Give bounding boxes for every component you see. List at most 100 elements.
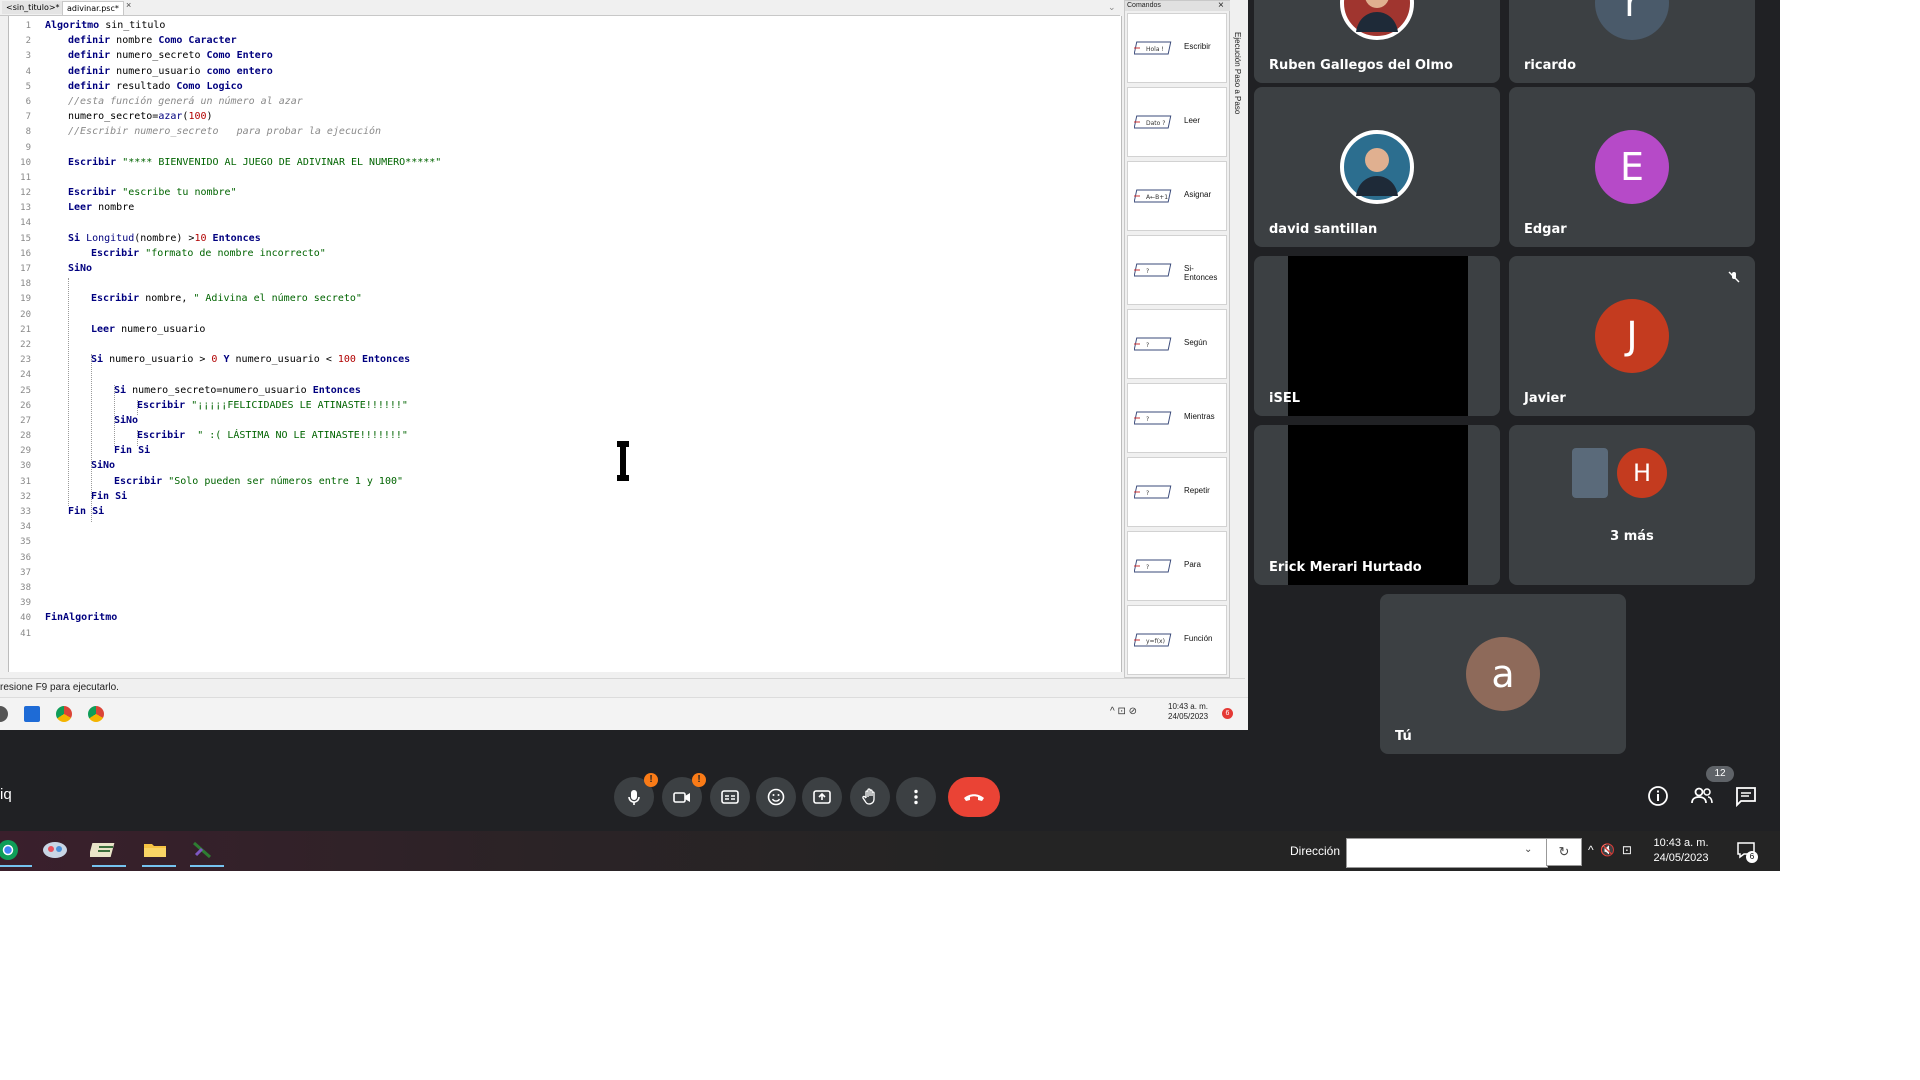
end-call-button[interactable] [948, 777, 1000, 817]
code-line[interactable]: 23 Si numero_usuario > 0 Y numero_usuario… [9, 352, 1119, 367]
code-line[interactable]: 6 //esta función generá un número al azar [9, 94, 1119, 109]
microphone-button[interactable]: ! [614, 773, 658, 817]
code-text: Escribir "¡¡¡¡¡FELICIDADES LE ATINASTE!!… [137, 398, 408, 413]
code-line[interactable]: 27 SiNo [9, 413, 1119, 428]
captions-button[interactable] [710, 777, 750, 817]
code-line[interactable]: 34 [9, 519, 1119, 534]
present-button[interactable] [802, 777, 842, 817]
participant-tile[interactable]: H 3 más [1509, 425, 1755, 585]
indent-guide [68, 278, 69, 507]
code-line[interactable]: 19 Escribir nombre, " Adivina el número s… [9, 291, 1119, 306]
taskbar-app-pseint-run[interactable] [188, 837, 224, 867]
participant-tile[interactable]: Ruben Gallegos del Olmo [1254, 0, 1500, 83]
code-line[interactable]: 31 Escribir "Solo pueden ser números entr… [9, 474, 1119, 489]
meeting-details-button[interactable] [1646, 784, 1670, 808]
code-token: numero_usuario [115, 323, 206, 335]
code-line[interactable]: 15 Si Longitud(nombre) >10 Entonces [9, 231, 1119, 246]
code-editor[interactable]: 1 Algoritmo sin_titulo 2 definir nombre Com… [8, 16, 1122, 685]
code-line[interactable]: 22 [9, 337, 1119, 352]
flowchart-symbol-icon: A←B+1 [1134, 189, 1172, 203]
raise-hand-button[interactable] [850, 777, 890, 817]
participant-tile[interactable]: david santillan [1254, 87, 1500, 247]
command-asignar[interactable]: A←B+1 Asignar [1127, 161, 1227, 231]
code-line[interactable]: 7 numero_secreto=azar(100) [9, 109, 1119, 124]
code-line[interactable]: 28 Escribir " :( LÁSTIMA NO LE ATINASTE!!… [9, 428, 1119, 443]
code-line[interactable]: 29 Fin Si [9, 443, 1119, 458]
code-line[interactable]: 40 FinAlgoritmo [9, 610, 1119, 625]
people-button[interactable] [1690, 784, 1714, 808]
command-para[interactable]: ? Para [1127, 531, 1227, 601]
scroll-up-icon[interactable]: ⌄ [1108, 2, 1116, 13]
command-mientras[interactable]: ? Mientras [1127, 383, 1227, 453]
code-line[interactable]: 33 Fin Si [9, 504, 1119, 519]
chat-button[interactable] [1734, 784, 1758, 808]
taskbar-app-pseint[interactable] [88, 837, 126, 867]
chrome-icon [56, 706, 72, 722]
run-icon [193, 841, 211, 859]
code-line[interactable]: 38 [9, 580, 1119, 595]
code-token: "formato de nombre incorrecto" [145, 247, 326, 259]
code-line[interactable]: 13 Leer nombre [9, 200, 1119, 215]
commands-title: Comandos [1125, 1, 1231, 11]
command-funci-n[interactable]: y=f(x) Función [1127, 605, 1227, 675]
code-line[interactable]: 14 [9, 215, 1119, 230]
code-line[interactable]: 5 definir resultado Como Logico [9, 79, 1119, 94]
participant-tile[interactable]: E Edgar [1509, 87, 1755, 247]
code-line[interactable]: 35 [9, 534, 1119, 549]
code-line[interactable]: 9 [9, 140, 1119, 155]
command-leer[interactable]: Dato ? Leer [1127, 87, 1227, 157]
more-options-button[interactable] [896, 777, 936, 817]
code-line[interactable]: 11 [9, 170, 1119, 185]
code-line[interactable]: 21 Leer numero_usuario [9, 322, 1119, 337]
participant-tile[interactable]: Erick Merari Hurtado [1254, 425, 1500, 585]
participant-tile[interactable]: a Tú [1380, 594, 1626, 754]
command-seg-n[interactable]: ? Según [1127, 309, 1227, 379]
tab-sin-titulo[interactable]: <sin_titulo>* [2, 1, 64, 14]
symbol-text: ? [1146, 490, 1149, 497]
code-line[interactable]: 36 [9, 550, 1119, 565]
code-line[interactable]: 3 definir numero_secreto Como Entero [9, 48, 1119, 63]
commands-close-icon[interactable]: × [1218, 0, 1224, 11]
code-line[interactable]: 24 [9, 367, 1119, 382]
command-si-entonces[interactable]: ? Si-Entonces [1127, 235, 1227, 305]
line-number: 40 [20, 613, 31, 624]
code-line[interactable]: 37 [9, 565, 1119, 580]
code-line[interactable]: 17 SiNo [9, 261, 1119, 276]
code-line[interactable]: 10 Escribir "**** BIENVENIDO AL JUEGO DE … [9, 155, 1119, 170]
taskbar-app-file-explorer[interactable] [140, 837, 176, 867]
tab-close-icon[interactable]: × [126, 0, 131, 10]
code-line[interactable]: 32 Fin Si [9, 489, 1119, 504]
code-line[interactable]: 4 definir numero_usuario como entero [9, 64, 1119, 79]
system-tray-icons[interactable]: ^ 🔇 ⊡ [1588, 843, 1632, 857]
code-line[interactable]: 41 [9, 626, 1119, 641]
code-line[interactable]: 20 [9, 307, 1119, 322]
code-line[interactable]: 18 [9, 276, 1119, 291]
participant-tile[interactable]: iSEL [1254, 256, 1500, 416]
taskbar-app-chrome-profile[interactable] [0, 837, 32, 867]
command-escribir[interactable]: Hola ! Escribir [1127, 13, 1227, 83]
code-text: Fin Si [114, 443, 150, 458]
code-line[interactable]: 30 SiNo [9, 458, 1119, 473]
code-line[interactable]: 26 Escribir "¡¡¡¡¡FELICIDADES LE ATINASTE… [9, 398, 1119, 413]
line-number: 38 [20, 582, 31, 593]
code-line[interactable]: 25 Si numero_secreto=numero_usuario Enton… [9, 383, 1119, 398]
taskbar-app-snipping[interactable] [40, 837, 76, 867]
line-number: 30 [20, 461, 31, 472]
command-repetir[interactable]: ? Repetir [1127, 457, 1227, 527]
participant-tile[interactable]: r ricardo [1509, 0, 1755, 83]
command-label: Escribir [1184, 42, 1211, 51]
reactions-button[interactable] [756, 777, 796, 817]
refresh-icon[interactable]: ↻ [1546, 838, 1582, 866]
code-line[interactable]: 39 [9, 595, 1119, 610]
participant-tile[interactable]: J Javier [1509, 256, 1755, 416]
camera-button[interactable]: ! [662, 773, 706, 817]
code-line[interactable]: 8 //Escribir numero_secreto para probar l… [9, 124, 1119, 139]
code-line[interactable]: 16 Escribir "formato de nombre incorrecto… [9, 246, 1119, 261]
code-line[interactable]: 2 definir nombre Como Caracter [9, 33, 1119, 48]
chevron-down-icon[interactable]: ⌄ [1524, 844, 1532, 855]
taskbar-clock[interactable]: 10:43 a. m. 24/05/2023 [1648, 836, 1714, 866]
code-line[interactable]: 1 Algoritmo sin_titulo [9, 18, 1119, 33]
tab-adivinar[interactable]: adivinar.psc* [62, 1, 124, 15]
address-input[interactable] [1346, 838, 1548, 868]
code-line[interactable]: 12 Escribir "escribe tu nombre" [9, 185, 1119, 200]
